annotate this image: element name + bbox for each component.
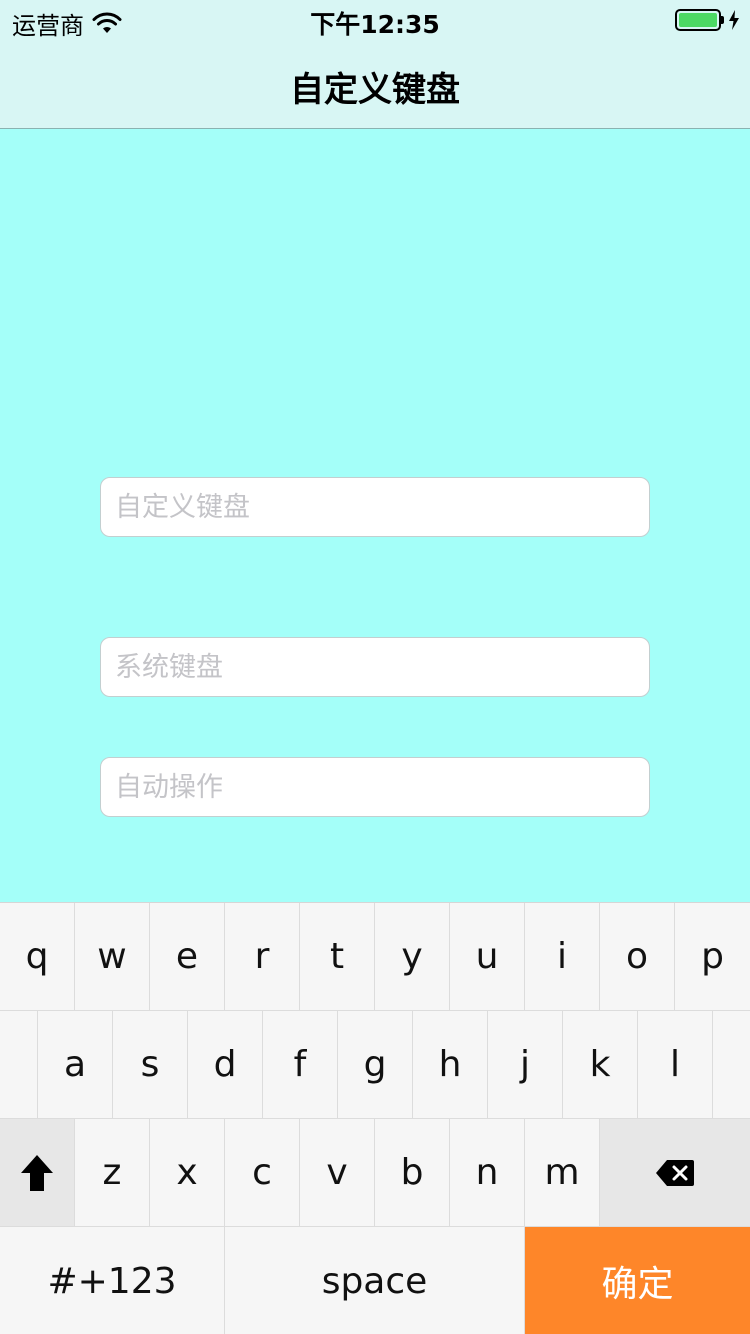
- key-m[interactable]: m: [525, 1119, 600, 1226]
- backspace-icon: [656, 1159, 694, 1186]
- key-t[interactable]: t: [300, 903, 375, 1010]
- shift-arrow-icon: [21, 1154, 53, 1191]
- symbols-key[interactable]: #+123: [0, 1227, 225, 1334]
- key-l[interactable]: l: [638, 1011, 713, 1118]
- key-d[interactable]: d: [188, 1011, 263, 1118]
- key-spacer-left: [0, 1011, 38, 1118]
- custom-keyboard-input[interactable]: [101, 478, 649, 536]
- key-y[interactable]: y: [375, 903, 450, 1010]
- keyboard-row-2: a s d f g h j k l: [0, 1011, 750, 1119]
- key-a[interactable]: a: [38, 1011, 113, 1118]
- key-e[interactable]: e: [150, 903, 225, 1010]
- status-time: 下午12:35: [310, 10, 440, 39]
- auto-action-input[interactable]: [101, 758, 649, 816]
- key-q[interactable]: q: [0, 903, 75, 1010]
- keyboard-row-3: z x c v b n m: [0, 1119, 750, 1227]
- battery-icon: [675, 9, 721, 31]
- battery-tip: [721, 16, 724, 24]
- charging-bolt-icon: [729, 10, 739, 30]
- key-o[interactable]: o: [600, 903, 675, 1010]
- custom-keyboard-field[interactable]: [100, 477, 650, 537]
- key-u[interactable]: u: [450, 903, 525, 1010]
- keyboard-row-4: #+123 space 确定: [0, 1227, 750, 1334]
- keyboard-row-1: q w e r t y u i o p: [0, 903, 750, 1011]
- system-keyboard-field[interactable]: [100, 637, 650, 697]
- key-h[interactable]: h: [413, 1011, 488, 1118]
- system-keyboard-input[interactable]: [101, 638, 649, 696]
- key-s[interactable]: s: [113, 1011, 188, 1118]
- key-x[interactable]: x: [150, 1119, 225, 1226]
- key-z[interactable]: z: [75, 1119, 150, 1226]
- confirm-key[interactable]: 确定: [525, 1227, 750, 1334]
- key-f[interactable]: f: [263, 1011, 338, 1118]
- key-g[interactable]: g: [338, 1011, 413, 1118]
- space-key[interactable]: space: [225, 1227, 525, 1334]
- key-b[interactable]: b: [375, 1119, 450, 1226]
- custom-keyboard: q w e r t y u i o p a s d f g h j k l z …: [0, 902, 750, 1334]
- page-title: 自定义键盘: [290, 70, 460, 110]
- key-w[interactable]: w: [75, 903, 150, 1010]
- key-r[interactable]: r: [225, 903, 300, 1010]
- key-i[interactable]: i: [525, 903, 600, 1010]
- key-n[interactable]: n: [450, 1119, 525, 1226]
- battery-group: [675, 9, 740, 31]
- key-j[interactable]: j: [488, 1011, 563, 1118]
- status-bar: 运营商 下午12:35: [0, 0, 750, 40]
- nav-bar: 自定义键盘: [0, 40, 750, 129]
- key-p[interactable]: p: [675, 903, 750, 1010]
- auto-action-field[interactable]: [100, 757, 650, 817]
- delete-key[interactable]: [600, 1119, 750, 1226]
- battery-level-fill: [679, 13, 717, 27]
- key-c[interactable]: c: [225, 1119, 300, 1226]
- key-k[interactable]: k: [563, 1011, 638, 1118]
- shift-key[interactable]: [0, 1119, 75, 1226]
- key-spacer-right: [713, 1011, 750, 1118]
- key-v[interactable]: v: [300, 1119, 375, 1226]
